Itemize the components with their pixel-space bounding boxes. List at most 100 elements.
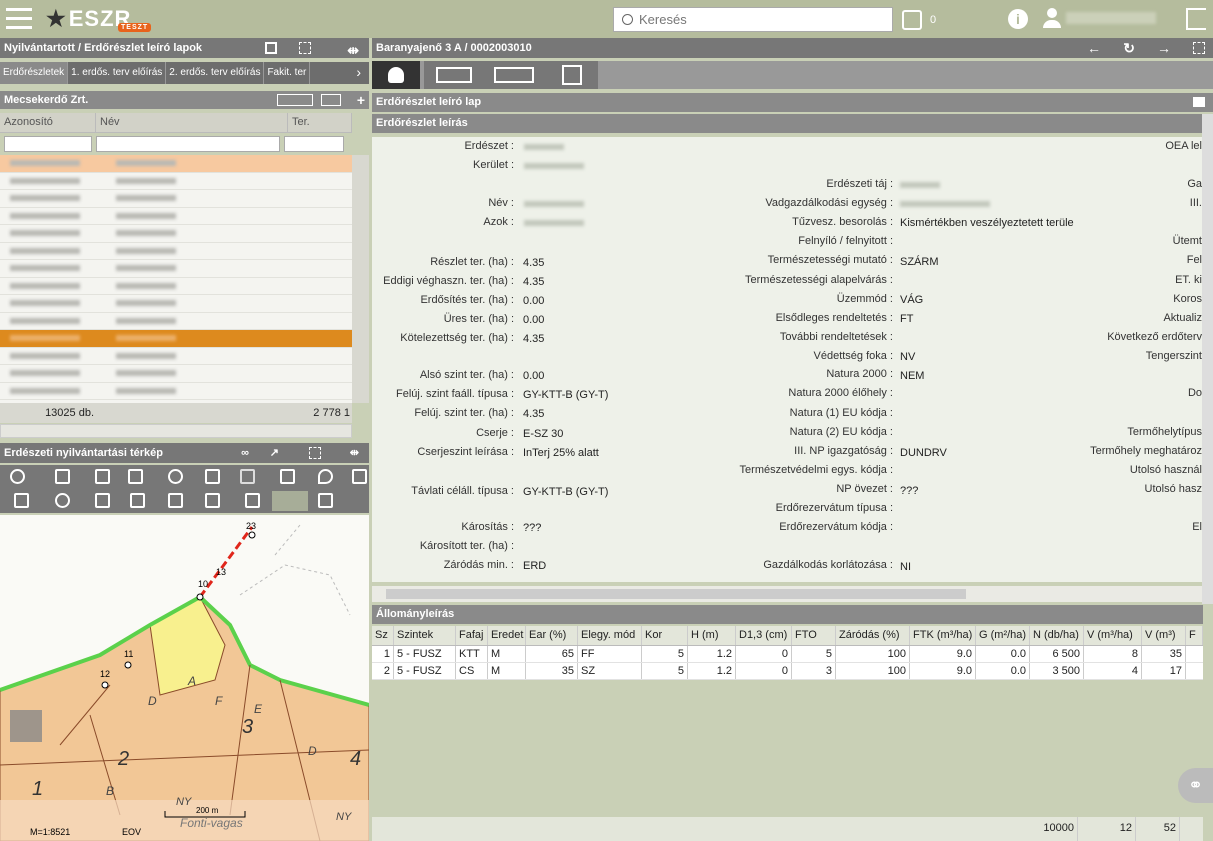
horizontal-scrollbar[interactable] <box>0 424 352 438</box>
refresh-icon[interactable]: ↻ <box>1123 38 1135 58</box>
column-icon[interactable] <box>277 94 313 106</box>
th[interactable]: V (m³/ha) <box>1084 626 1142 645</box>
user-icon[interactable] <box>1043 8 1061 28</box>
pin-pair-icon[interactable] <box>10 469 25 484</box>
arrow-left-icon[interactable]: ← <box>1087 38 1101 58</box>
filter-nev[interactable] <box>96 136 280 152</box>
list-item[interactable] <box>0 190 352 208</box>
paste-icon[interactable] <box>168 493 183 508</box>
globe-icon[interactable] <box>168 469 183 484</box>
fullscreen-icon[interactable] <box>309 447 321 459</box>
th[interactable]: H (m) <box>688 626 736 645</box>
info-icon[interactable]: i <box>1008 9 1028 29</box>
list-item[interactable] <box>0 260 352 278</box>
th[interactable]: Kor <box>642 626 688 645</box>
table-row[interactable]: 2 5 - FUSZ CS M 35 SZ 5 1.2 0 3 100 9.0 … <box>372 663 1203 680</box>
list-item[interactable] <box>0 295 352 313</box>
tab-transfer[interactable] <box>484 61 546 89</box>
tab-fakit[interactable]: Fakit. ter <box>264 62 311 84</box>
list-item[interactable] <box>0 313 352 330</box>
map-layers-button[interactable] <box>10 710 42 742</box>
split-icon[interactable]: ⇹ <box>350 443 359 463</box>
list-item[interactable] <box>0 383 352 400</box>
th[interactable]: Szintek <box>394 626 456 645</box>
window-icon[interactable] <box>265 42 277 54</box>
th[interactable]: F <box>1186 626 1203 645</box>
th[interactable]: D1,3 (cm) <box>736 626 792 645</box>
list-item[interactable] <box>0 155 352 173</box>
th[interactable]: Ear (%) <box>526 626 578 645</box>
draw-icon[interactable] <box>95 469 110 484</box>
th[interactable]: N (db/ha) <box>1030 626 1084 645</box>
expand-icon[interactable] <box>299 42 311 54</box>
print-icon[interactable] <box>1193 97 1205 107</box>
fullscreen-icon[interactable] <box>1193 42 1205 54</box>
form-hscroll[interactable] <box>372 586 1202 602</box>
th[interactable]: Fafaj <box>456 626 488 645</box>
point-marker[interactable] <box>196 593 204 601</box>
tab-home[interactable] <box>424 61 484 89</box>
section-allomany[interactable]: Állományleírás <box>372 605 1203 624</box>
chevron-right-icon[interactable]: › <box>348 62 369 84</box>
delete-icon[interactable] <box>245 493 260 508</box>
map-svg[interactable]: 2 3 4 1 A B D D E F NY NY 10 11 12 13 23… <box>0 515 369 841</box>
list-item[interactable] <box>0 365 352 383</box>
col-ter[interactable]: Ter. <box>288 113 352 132</box>
zoom-box-icon[interactable] <box>240 469 255 484</box>
list-item[interactable] <box>0 173 352 190</box>
layer-icon[interactable] <box>55 469 70 484</box>
point-marker[interactable] <box>101 681 109 689</box>
col-nev[interactable]: Név <box>96 113 288 132</box>
filter-ter[interactable] <box>284 136 344 152</box>
list-item[interactable] <box>0 348 352 365</box>
select-icon[interactable] <box>280 469 295 484</box>
filter-azonosito[interactable] <box>4 136 92 152</box>
form-scrollbar[interactable] <box>1202 114 1213 604</box>
list-scrollbar[interactable] <box>352 155 369 403</box>
list-icon[interactable] <box>321 94 341 106</box>
point-marker[interactable] <box>248 531 256 539</box>
link-icon[interactable]: ⚭ <box>1178 768 1213 803</box>
th[interactable]: FTO <box>792 626 836 645</box>
tab-tree[interactable] <box>372 61 420 89</box>
map-canvas[interactable]: 2 3 4 1 A B D D E F NY NY 10 11 12 13 23… <box>0 515 369 841</box>
col-azonosito[interactable]: Azonosító <box>0 113 96 132</box>
save-icon[interactable] <box>95 493 110 508</box>
th[interactable]: Sz <box>372 626 394 645</box>
split-icon[interactable]: ⇹ <box>347 40 359 60</box>
tab-terv2[interactable]: 2. erdős. terv előírás <box>166 62 265 84</box>
tab-terv1[interactable]: 1. erdős. terv előírás <box>68 62 167 84</box>
menu-icon[interactable] <box>6 8 32 30</box>
legend-icon[interactable] <box>352 469 367 484</box>
export-icon[interactable]: ↗ <box>270 443 279 463</box>
copy-icon[interactable] <box>130 493 145 508</box>
link-icon[interactable]: ∞ <box>241 443 249 463</box>
chart-icon[interactable] <box>128 469 143 484</box>
tab-erdoreszletek[interactable]: Erdőrészletek <box>0 62 69 84</box>
th[interactable]: V (m³) <box>1142 626 1186 645</box>
clear-icon[interactable] <box>318 493 333 508</box>
arrow-right-icon[interactable]: → <box>1157 38 1171 58</box>
th[interactable]: Elegy. mód <box>578 626 642 645</box>
home-icon[interactable] <box>55 493 70 508</box>
table-row[interactable]: 1 5 - FUSZ KTT M 65 FF 5 1.2 0 5 100 9.0… <box>372 646 1203 663</box>
search-input[interactable]: Keresés <box>613 7 893 32</box>
th[interactable]: Eredet <box>488 626 526 645</box>
point-marker[interactable] <box>124 661 132 669</box>
undo-icon[interactable] <box>205 493 220 508</box>
th[interactable]: FTK (m³/ha) <box>910 626 976 645</box>
list-item[interactable] <box>0 278 352 295</box>
th[interactable]: G (m²/ha) <box>976 626 1030 645</box>
th[interactable]: Záródás (%) <box>836 626 910 645</box>
section-erdoreszlet[interactable]: Erdőrészlet leírás <box>372 114 1202 133</box>
measure-icon[interactable] <box>205 469 220 484</box>
list-item[interactable] <box>0 243 352 260</box>
list-item[interactable] <box>0 208 352 225</box>
list-item[interactable] <box>0 225 352 243</box>
add-icon[interactable]: + <box>357 91 365 109</box>
edit-icon[interactable] <box>14 493 29 508</box>
tab-erti[interactable] <box>546 61 598 89</box>
pin-icon[interactable] <box>318 469 333 484</box>
logout-icon[interactable] <box>1186 8 1206 30</box>
list-item-selected[interactable] <box>0 330 352 348</box>
